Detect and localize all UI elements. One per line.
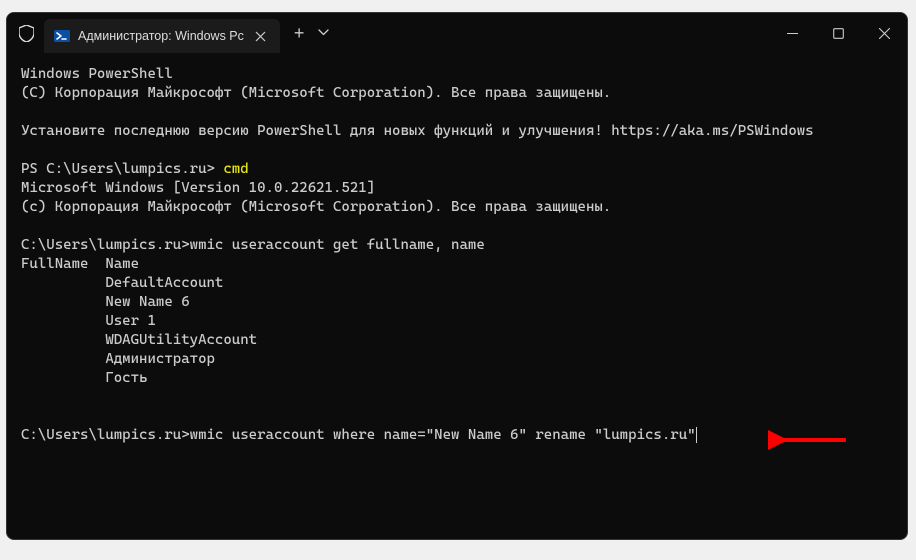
- text-cursor: [696, 427, 697, 443]
- output-line: Администратор: [21, 351, 215, 367]
- terminal-window: Администратор: Windows Pc + Windows Powe…: [6, 12, 908, 540]
- output-line: Windows PowerShell: [21, 66, 173, 82]
- new-tab-button[interactable]: +: [294, 23, 305, 44]
- output-line: Microsoft Windows [Version 10.0.22621.52…: [21, 180, 375, 196]
- maximize-button[interactable]: [815, 13, 861, 53]
- output-line: C:\Users\lumpics.ru>wmic useraccount whe…: [21, 427, 696, 443]
- tab-dropdown-icon[interactable]: [318, 26, 329, 40]
- tab-close-icon[interactable]: [252, 27, 270, 45]
- prompt: PS C:\Users\lumpics.ru>: [21, 161, 223, 177]
- shield-icon: [19, 25, 34, 42]
- output-line: User 1: [21, 313, 156, 329]
- output-line: Установите последнюю версию PowerShell д…: [21, 123, 814, 139]
- output-line: WDAGUtilityAccount: [21, 332, 257, 348]
- active-tab[interactable]: Администратор: Windows Pc: [44, 19, 280, 53]
- output-line: FullName Name: [21, 256, 139, 272]
- output-line: (c) Корпорация Майкрософт (Microsoft Cor…: [21, 199, 611, 215]
- output-line: New Name 6: [21, 294, 190, 310]
- powershell-icon: [54, 28, 70, 44]
- tab-title: Администратор: Windows Pc: [78, 29, 244, 43]
- output-line: C:\Users\lumpics.ru>wmic useraccount get…: [21, 237, 485, 253]
- output-line: DefaultAccount: [21, 275, 223, 291]
- output-line: (C) Корпорация Майкрософт (Microsoft Cor…: [21, 85, 611, 101]
- terminal-output[interactable]: Windows PowerShell (C) Корпорация Майкро…: [7, 53, 907, 539]
- close-button[interactable]: [861, 13, 907, 53]
- command: cmd: [223, 161, 248, 177]
- minimize-button[interactable]: [769, 13, 815, 53]
- output-line: Гость: [21, 370, 147, 386]
- window-controls: [769, 13, 907, 53]
- titlebar: Администратор: Windows Pc +: [7, 13, 907, 53]
